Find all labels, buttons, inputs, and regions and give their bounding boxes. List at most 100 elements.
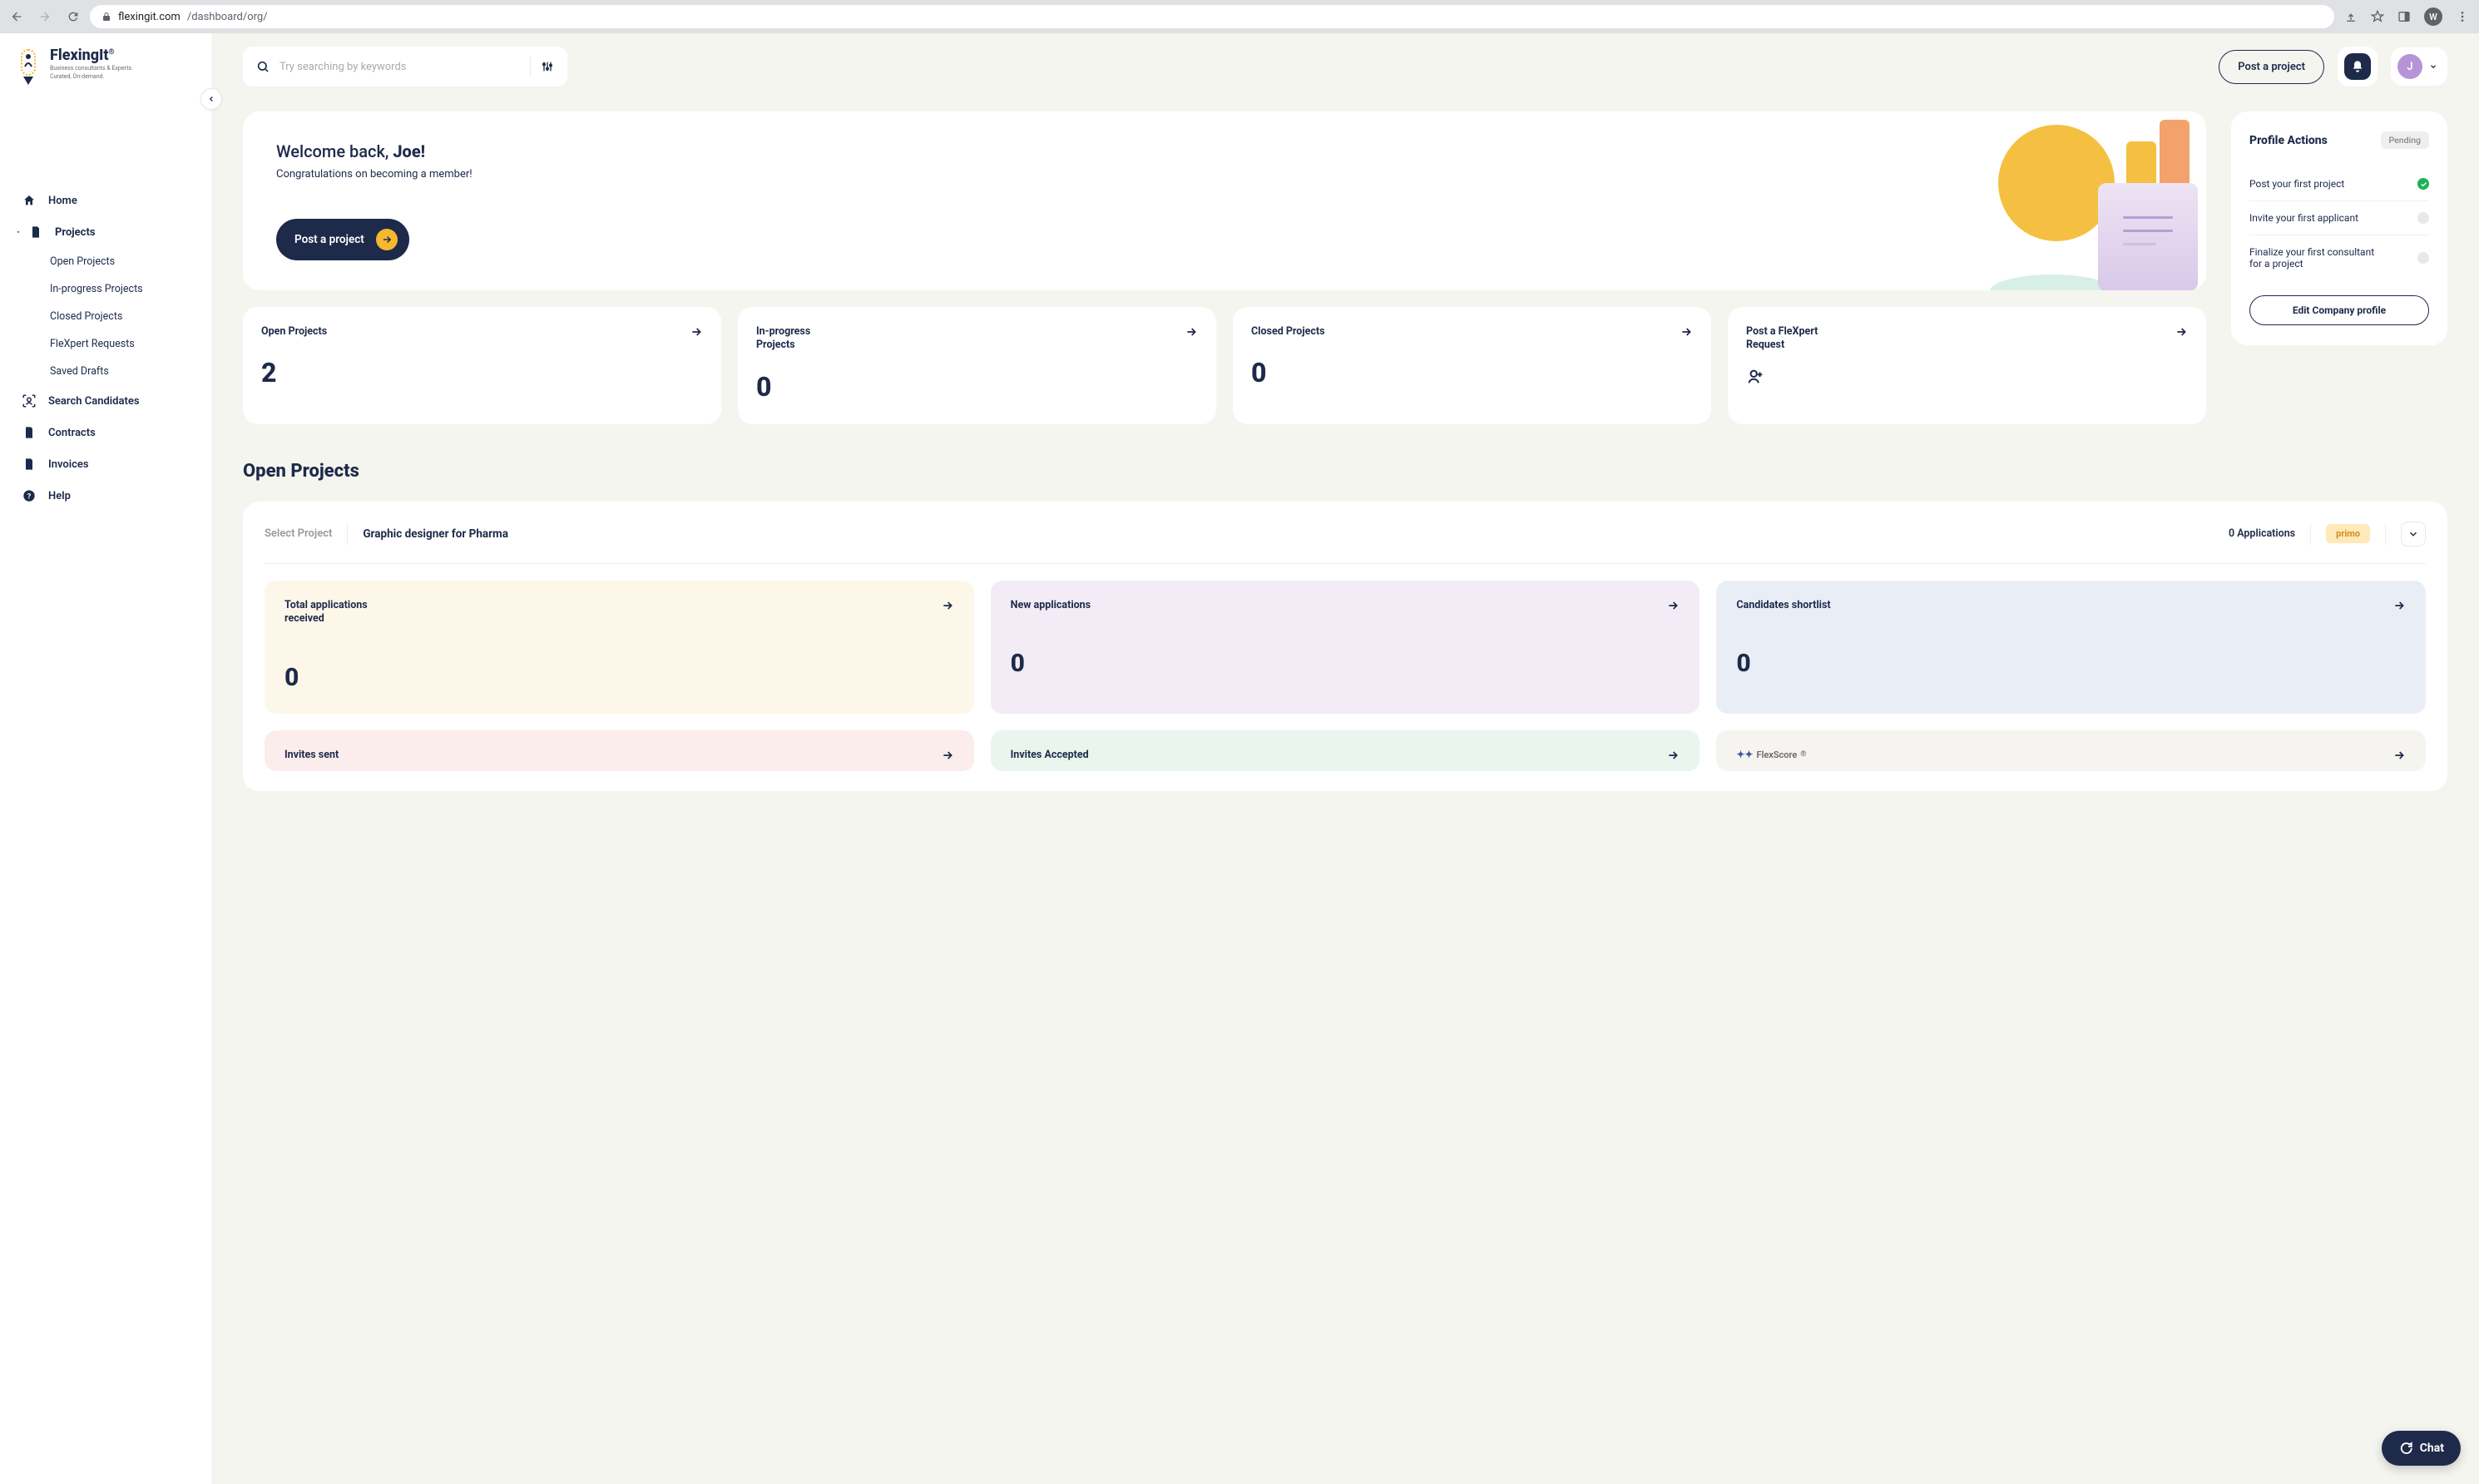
logo-tagline-2: Curated, On-demand. [50, 73, 133, 80]
action-post-project[interactable]: Post your first project [2249, 167, 2429, 201]
stat-label: Closed Projects [1251, 325, 1325, 339]
panel-icon[interactable] [2397, 10, 2411, 23]
divider [530, 56, 531, 77]
sidebar-item-invoices[interactable]: Invoices [8, 448, 203, 480]
action-label: Invite your first applicant [2249, 212, 2358, 224]
card-value: 0 [1011, 649, 1680, 678]
card-label: Invites sent [285, 749, 339, 763]
sidebar-item-help[interactable]: ? Help [8, 480, 203, 512]
stat-label: Open Projects [261, 325, 327, 339]
share-icon[interactable] [2344, 10, 2358, 23]
filter-icon[interactable] [541, 60, 554, 73]
applications-count: 0 Applications [2229, 527, 2295, 540]
stat-value: 2 [261, 357, 703, 388]
card-label: New applications [1011, 599, 1091, 613]
bolt-icon: ✦✦ [1736, 749, 1753, 760]
arrow-right-icon [2392, 749, 2406, 762]
divider [347, 523, 348, 545]
search-candidate-icon [22, 393, 37, 408]
add-user-icon [1746, 368, 2188, 389]
logo-tagline-1: Business consultants & Experts. [50, 65, 133, 72]
arrow-right-icon [1666, 599, 1680, 612]
stat-inprogress-projects[interactable]: In-progress Projects 0 [738, 307, 1216, 424]
card-total-applications[interactable]: Total applications received 0 [265, 581, 974, 715]
logo-mark [17, 48, 42, 85]
menu-dots-icon[interactable] [2456, 10, 2469, 23]
sidebar-item-search-candidates[interactable]: Search Candidates [8, 385, 203, 417]
sidebar-item-label: Projects [55, 226, 96, 239]
profile-actions-card: Profile Actions Pending Post your first … [2231, 111, 2447, 345]
sidebar-sub-flexpert[interactable]: FleXpert Requests [47, 330, 203, 358]
sidebar-sub-drafts[interactable]: Saved Drafts [47, 358, 203, 385]
card-value: 0 [1736, 649, 2406, 678]
project-name[interactable]: Graphic designer for Pharma [363, 527, 2214, 541]
stat-closed-projects[interactable]: Closed Projects 0 [1233, 307, 1711, 424]
sidebar-item-contracts[interactable]: Contracts [8, 417, 203, 448]
divider [2385, 523, 2386, 545]
logo-name: FlexingIt® [50, 48, 133, 63]
check-icon [2417, 178, 2429, 190]
post-project-cta[interactable]: Post a project [276, 219, 409, 260]
user-menu[interactable]: J [2391, 47, 2447, 86]
card-invites-sent[interactable]: Invites sent [265, 730, 974, 771]
action-invite-applicant[interactable]: Invite your first applicant [2249, 201, 2429, 235]
sidebar-sub-open[interactable]: Open Projects [47, 248, 203, 275]
sidebar-sub-inprogress[interactable]: In-progress Projects [47, 275, 203, 303]
sidebar-sub-closed[interactable]: Closed Projects [47, 303, 203, 330]
star-icon[interactable] [2371, 10, 2384, 23]
sidebar-item-home[interactable]: Home [8, 185, 203, 216]
search-box[interactable] [243, 47, 567, 87]
post-project-button[interactable]: Post a project [2219, 50, 2324, 84]
expand-project-button[interactable] [2401, 522, 2426, 547]
chevron-down-icon [2429, 62, 2437, 71]
card-flexscore[interactable]: ✦✦ FlexScore® [1716, 730, 2426, 771]
search-input[interactable] [280, 61, 520, 73]
chat-widget[interactable]: Chat [2382, 1431, 2461, 1466]
notification-button[interactable] [2344, 53, 2371, 80]
stat-value: 0 [1251, 357, 1693, 388]
sidebar-item-label: Search Candidates [48, 395, 140, 408]
divider [2310, 523, 2311, 545]
chevron-down-icon [2407, 528, 2419, 540]
reload-icon[interactable] [67, 10, 80, 23]
open-projects-title: Open Projects [243, 461, 2206, 482]
action-finalize-consultant[interactable]: Finalize your first consultant for a pro… [2249, 235, 2429, 280]
contract-icon [22, 425, 37, 440]
chrome-avatar[interactable]: W [2424, 7, 2442, 26]
stat-value: 0 [756, 371, 1198, 403]
stat-open-projects[interactable]: Open Projects 2 [243, 307, 721, 424]
card-invites-accepted[interactable]: Invites Accepted [991, 730, 1700, 771]
welcome-title: Welcome back, Joe! [276, 141, 2173, 161]
sidebar-item-label: Contracts [48, 427, 96, 439]
arrow-right-icon [941, 599, 954, 612]
url-path: /dashboard/org/ [187, 11, 268, 23]
primo-badge: primo [2326, 524, 2370, 543]
collapse-sidebar-button[interactable] [200, 88, 222, 110]
stat-flexpert-request[interactable]: Post a FleXpert Request [1728, 307, 2206, 424]
card-label: Total applications received [285, 599, 393, 627]
lock-icon [101, 12, 111, 22]
back-icon[interactable] [10, 10, 23, 23]
forward-icon[interactable] [38, 10, 52, 23]
sidebar-item-projects[interactable]: Projects [8, 216, 203, 248]
arrow-right-icon [1666, 749, 1680, 762]
logo[interactable]: FlexingIt® Business consultants & Expert… [0, 48, 211, 110]
open-projects-panel: Select Project Graphic designer for Phar… [243, 502, 2447, 792]
sidebar-item-label: Home [48, 195, 77, 207]
browser-chrome: flexingit.com/dashboard/org/ W [0, 0, 2479, 33]
card-candidates-shortlist[interactable]: Candidates shortlist 0 [1716, 581, 2426, 715]
user-avatar: J [2397, 54, 2422, 79]
url-bar[interactable]: flexingit.com/dashboard/org/ [90, 5, 2334, 28]
edit-company-profile-button[interactable]: Edit Company profile [2249, 295, 2429, 325]
sidebar: FlexingIt® Business consultants & Expert… [0, 33, 211, 1484]
welcome-illustration [1990, 111, 2206, 290]
sidebar-item-label: Invoices [48, 458, 89, 471]
arrow-circle-icon [376, 229, 398, 250]
status-pending-icon [2417, 212, 2429, 224]
home-icon [22, 193, 37, 208]
card-new-applications[interactable]: New applications 0 [991, 581, 1700, 715]
arrow-right-icon [690, 325, 703, 339]
arrow-right-icon [2175, 325, 2188, 339]
arrow-right-icon [1680, 325, 1693, 339]
pending-badge: Pending [2381, 131, 2430, 149]
